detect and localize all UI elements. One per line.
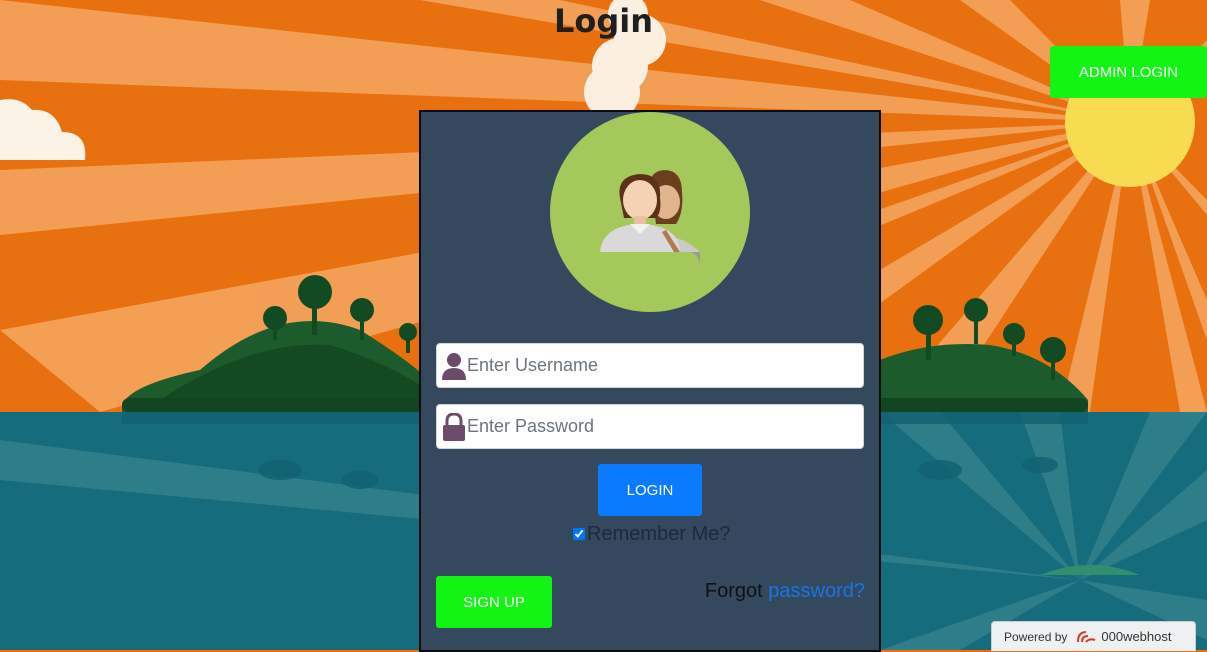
login-panel: LOGIN Remember Me? SIGN UP Forgot passwo… bbox=[419, 110, 881, 652]
lock-icon bbox=[443, 413, 465, 441]
remember-me-checkbox[interactable] bbox=[573, 528, 585, 540]
user-icon bbox=[442, 353, 466, 380]
page-title: Login bbox=[553, 2, 654, 40]
forgot-password-link[interactable]: password? bbox=[768, 580, 865, 602]
username-input[interactable] bbox=[467, 344, 857, 387]
password-field bbox=[436, 404, 864, 449]
powered-by-text: Powered by bbox=[1004, 629, 1068, 644]
password-input[interactable] bbox=[467, 405, 857, 448]
avatar-users-icon bbox=[550, 112, 750, 312]
forgot-text: Forgot bbox=[704, 580, 763, 602]
forgot-password: Forgot password? bbox=[705, 580, 865, 603]
000webhost-logo-icon bbox=[1077, 630, 1096, 643]
username-field bbox=[436, 343, 864, 388]
powered-by-badge[interactable]: Powered by 000webhost bbox=[991, 621, 1196, 651]
login-button[interactable]: LOGIN bbox=[598, 464, 702, 516]
remember-me[interactable]: Remember Me? bbox=[573, 522, 730, 546]
powered-by-brand: 000webhost bbox=[1101, 629, 1172, 644]
admin-login-button[interactable]: ADMIN LOGIN bbox=[1050, 46, 1207, 98]
remember-me-label: Remember Me? bbox=[587, 522, 731, 545]
signup-button[interactable]: SIGN UP bbox=[436, 576, 552, 628]
